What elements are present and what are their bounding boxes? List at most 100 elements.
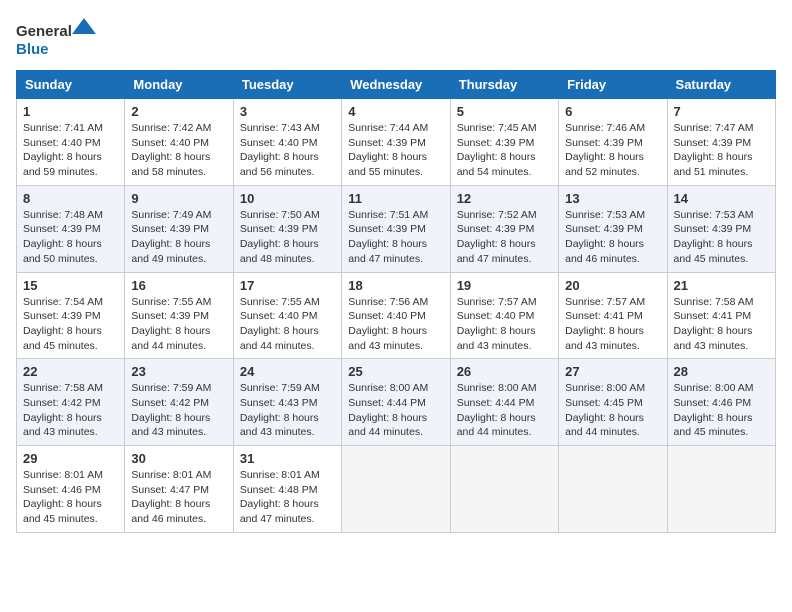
sunrise-text: Sunrise: 7:46 AM [565, 122, 645, 134]
daylight-text: Daylight: 8 hours and 47 minutes. [240, 498, 319, 525]
calendar-cell: 5 Sunrise: 7:45 AM Sunset: 4:39 PM Dayli… [450, 99, 558, 186]
sunrise-text: Sunrise: 7:58 AM [23, 382, 103, 394]
sunset-text: Sunset: 4:48 PM [240, 484, 318, 496]
day-number: 1 [23, 104, 118, 119]
calendar-cell: 3 Sunrise: 7:43 AM Sunset: 4:40 PM Dayli… [233, 99, 341, 186]
day-number: 25 [348, 364, 443, 379]
sunrise-text: Sunrise: 7:41 AM [23, 122, 103, 134]
daylight-text: Daylight: 8 hours and 44 minutes. [240, 325, 319, 352]
day-info: Sunrise: 8:00 AM Sunset: 4:46 PM Dayligh… [674, 381, 769, 440]
day-info: Sunrise: 8:00 AM Sunset: 4:44 PM Dayligh… [457, 381, 552, 440]
daylight-text: Daylight: 8 hours and 43 minutes. [348, 325, 427, 352]
day-info: Sunrise: 8:01 AM Sunset: 4:46 PM Dayligh… [23, 468, 118, 527]
logo-svg: General Blue [16, 16, 96, 60]
daylight-text: Daylight: 8 hours and 56 minutes. [240, 151, 319, 178]
sunset-text: Sunset: 4:39 PM [131, 310, 209, 322]
day-info: Sunrise: 7:45 AM Sunset: 4:39 PM Dayligh… [457, 121, 552, 180]
day-number: 18 [348, 278, 443, 293]
day-number: 12 [457, 191, 552, 206]
daylight-text: Daylight: 8 hours and 59 minutes. [23, 151, 102, 178]
day-info: Sunrise: 7:54 AM Sunset: 4:39 PM Dayligh… [23, 295, 118, 354]
col-header-tuesday: Tuesday [233, 71, 341, 99]
sunset-text: Sunset: 4:40 PM [348, 310, 426, 322]
daylight-text: Daylight: 8 hours and 43 minutes. [23, 412, 102, 439]
day-info: Sunrise: 7:51 AM Sunset: 4:39 PM Dayligh… [348, 208, 443, 267]
calendar-cell: 10 Sunrise: 7:50 AM Sunset: 4:39 PM Dayl… [233, 185, 341, 272]
daylight-text: Daylight: 8 hours and 47 minutes. [457, 238, 536, 265]
calendar-cell: 15 Sunrise: 7:54 AM Sunset: 4:39 PM Dayl… [17, 272, 125, 359]
sunset-text: Sunset: 4:40 PM [23, 137, 101, 149]
sunset-text: Sunset: 4:44 PM [457, 397, 535, 409]
sunset-text: Sunset: 4:42 PM [23, 397, 101, 409]
daylight-text: Daylight: 8 hours and 54 minutes. [457, 151, 536, 178]
calendar-cell: 14 Sunrise: 7:53 AM Sunset: 4:39 PM Dayl… [667, 185, 775, 272]
daylight-text: Daylight: 8 hours and 50 minutes. [23, 238, 102, 265]
day-number: 26 [457, 364, 552, 379]
daylight-text: Daylight: 8 hours and 55 minutes. [348, 151, 427, 178]
sunrise-text: Sunrise: 7:59 AM [240, 382, 320, 394]
day-info: Sunrise: 7:43 AM Sunset: 4:40 PM Dayligh… [240, 121, 335, 180]
sunrise-text: Sunrise: 7:57 AM [565, 296, 645, 308]
daylight-text: Daylight: 8 hours and 58 minutes. [131, 151, 210, 178]
sunrise-text: Sunrise: 7:47 AM [674, 122, 754, 134]
sunset-text: Sunset: 4:45 PM [565, 397, 643, 409]
sunset-text: Sunset: 4:39 PM [240, 223, 318, 235]
calendar-cell: 22 Sunrise: 7:58 AM Sunset: 4:42 PM Dayl… [17, 359, 125, 446]
sunset-text: Sunset: 4:41 PM [565, 310, 643, 322]
day-number: 5 [457, 104, 552, 119]
calendar-table: SundayMondayTuesdayWednesdayThursdayFrid… [16, 70, 776, 533]
day-info: Sunrise: 8:01 AM Sunset: 4:48 PM Dayligh… [240, 468, 335, 527]
day-info: Sunrise: 8:01 AM Sunset: 4:47 PM Dayligh… [131, 468, 226, 527]
daylight-text: Daylight: 8 hours and 44 minutes. [348, 412, 427, 439]
daylight-text: Daylight: 8 hours and 51 minutes. [674, 151, 753, 178]
day-info: Sunrise: 7:42 AM Sunset: 4:40 PM Dayligh… [131, 121, 226, 180]
day-number: 8 [23, 191, 118, 206]
sunrise-text: Sunrise: 7:56 AM [348, 296, 428, 308]
calendar-cell: 29 Sunrise: 8:01 AM Sunset: 4:46 PM Dayl… [17, 446, 125, 533]
day-info: Sunrise: 7:55 AM Sunset: 4:40 PM Dayligh… [240, 295, 335, 354]
sunrise-text: Sunrise: 8:01 AM [240, 469, 320, 481]
day-number: 17 [240, 278, 335, 293]
daylight-text: Daylight: 8 hours and 44 minutes. [457, 412, 536, 439]
day-number: 4 [348, 104, 443, 119]
sunrise-text: Sunrise: 7:59 AM [131, 382, 211, 394]
sunset-text: Sunset: 4:39 PM [565, 223, 643, 235]
daylight-text: Daylight: 8 hours and 43 minutes. [240, 412, 319, 439]
sunset-text: Sunset: 4:40 PM [240, 137, 318, 149]
day-number: 15 [23, 278, 118, 293]
calendar-cell: 23 Sunrise: 7:59 AM Sunset: 4:42 PM Dayl… [125, 359, 233, 446]
col-header-saturday: Saturday [667, 71, 775, 99]
calendar-cell: 6 Sunrise: 7:46 AM Sunset: 4:39 PM Dayli… [559, 99, 667, 186]
col-header-sunday: Sunday [17, 71, 125, 99]
daylight-text: Daylight: 8 hours and 44 minutes. [565, 412, 644, 439]
calendar-cell: 13 Sunrise: 7:53 AM Sunset: 4:39 PM Dayl… [559, 185, 667, 272]
calendar-cell: 11 Sunrise: 7:51 AM Sunset: 4:39 PM Dayl… [342, 185, 450, 272]
day-info: Sunrise: 7:53 AM Sunset: 4:39 PM Dayligh… [565, 208, 660, 267]
day-number: 7 [674, 104, 769, 119]
daylight-text: Daylight: 8 hours and 45 minutes. [23, 498, 102, 525]
sunrise-text: Sunrise: 7:52 AM [457, 209, 537, 221]
sunrise-text: Sunrise: 8:00 AM [348, 382, 428, 394]
day-number: 23 [131, 364, 226, 379]
day-info: Sunrise: 7:57 AM Sunset: 4:41 PM Dayligh… [565, 295, 660, 354]
page-header: General Blue [16, 16, 776, 60]
sunrise-text: Sunrise: 7:58 AM [674, 296, 754, 308]
day-info: Sunrise: 7:48 AM Sunset: 4:39 PM Dayligh… [23, 208, 118, 267]
sunrise-text: Sunrise: 7:53 AM [674, 209, 754, 221]
day-number: 14 [674, 191, 769, 206]
sunrise-text: Sunrise: 7:55 AM [240, 296, 320, 308]
daylight-text: Daylight: 8 hours and 43 minutes. [131, 412, 210, 439]
sunset-text: Sunset: 4:42 PM [131, 397, 209, 409]
sunrise-text: Sunrise: 8:00 AM [457, 382, 537, 394]
logo: General Blue [16, 16, 96, 60]
sunset-text: Sunset: 4:40 PM [131, 137, 209, 149]
day-number: 20 [565, 278, 660, 293]
sunrise-text: Sunrise: 7:50 AM [240, 209, 320, 221]
sunset-text: Sunset: 4:39 PM [348, 137, 426, 149]
day-number: 11 [348, 191, 443, 206]
calendar-cell: 16 Sunrise: 7:55 AM Sunset: 4:39 PM Dayl… [125, 272, 233, 359]
daylight-text: Daylight: 8 hours and 48 minutes. [240, 238, 319, 265]
calendar-cell: 1 Sunrise: 7:41 AM Sunset: 4:40 PM Dayli… [17, 99, 125, 186]
sunset-text: Sunset: 4:47 PM [131, 484, 209, 496]
sunset-text: Sunset: 4:39 PM [565, 137, 643, 149]
